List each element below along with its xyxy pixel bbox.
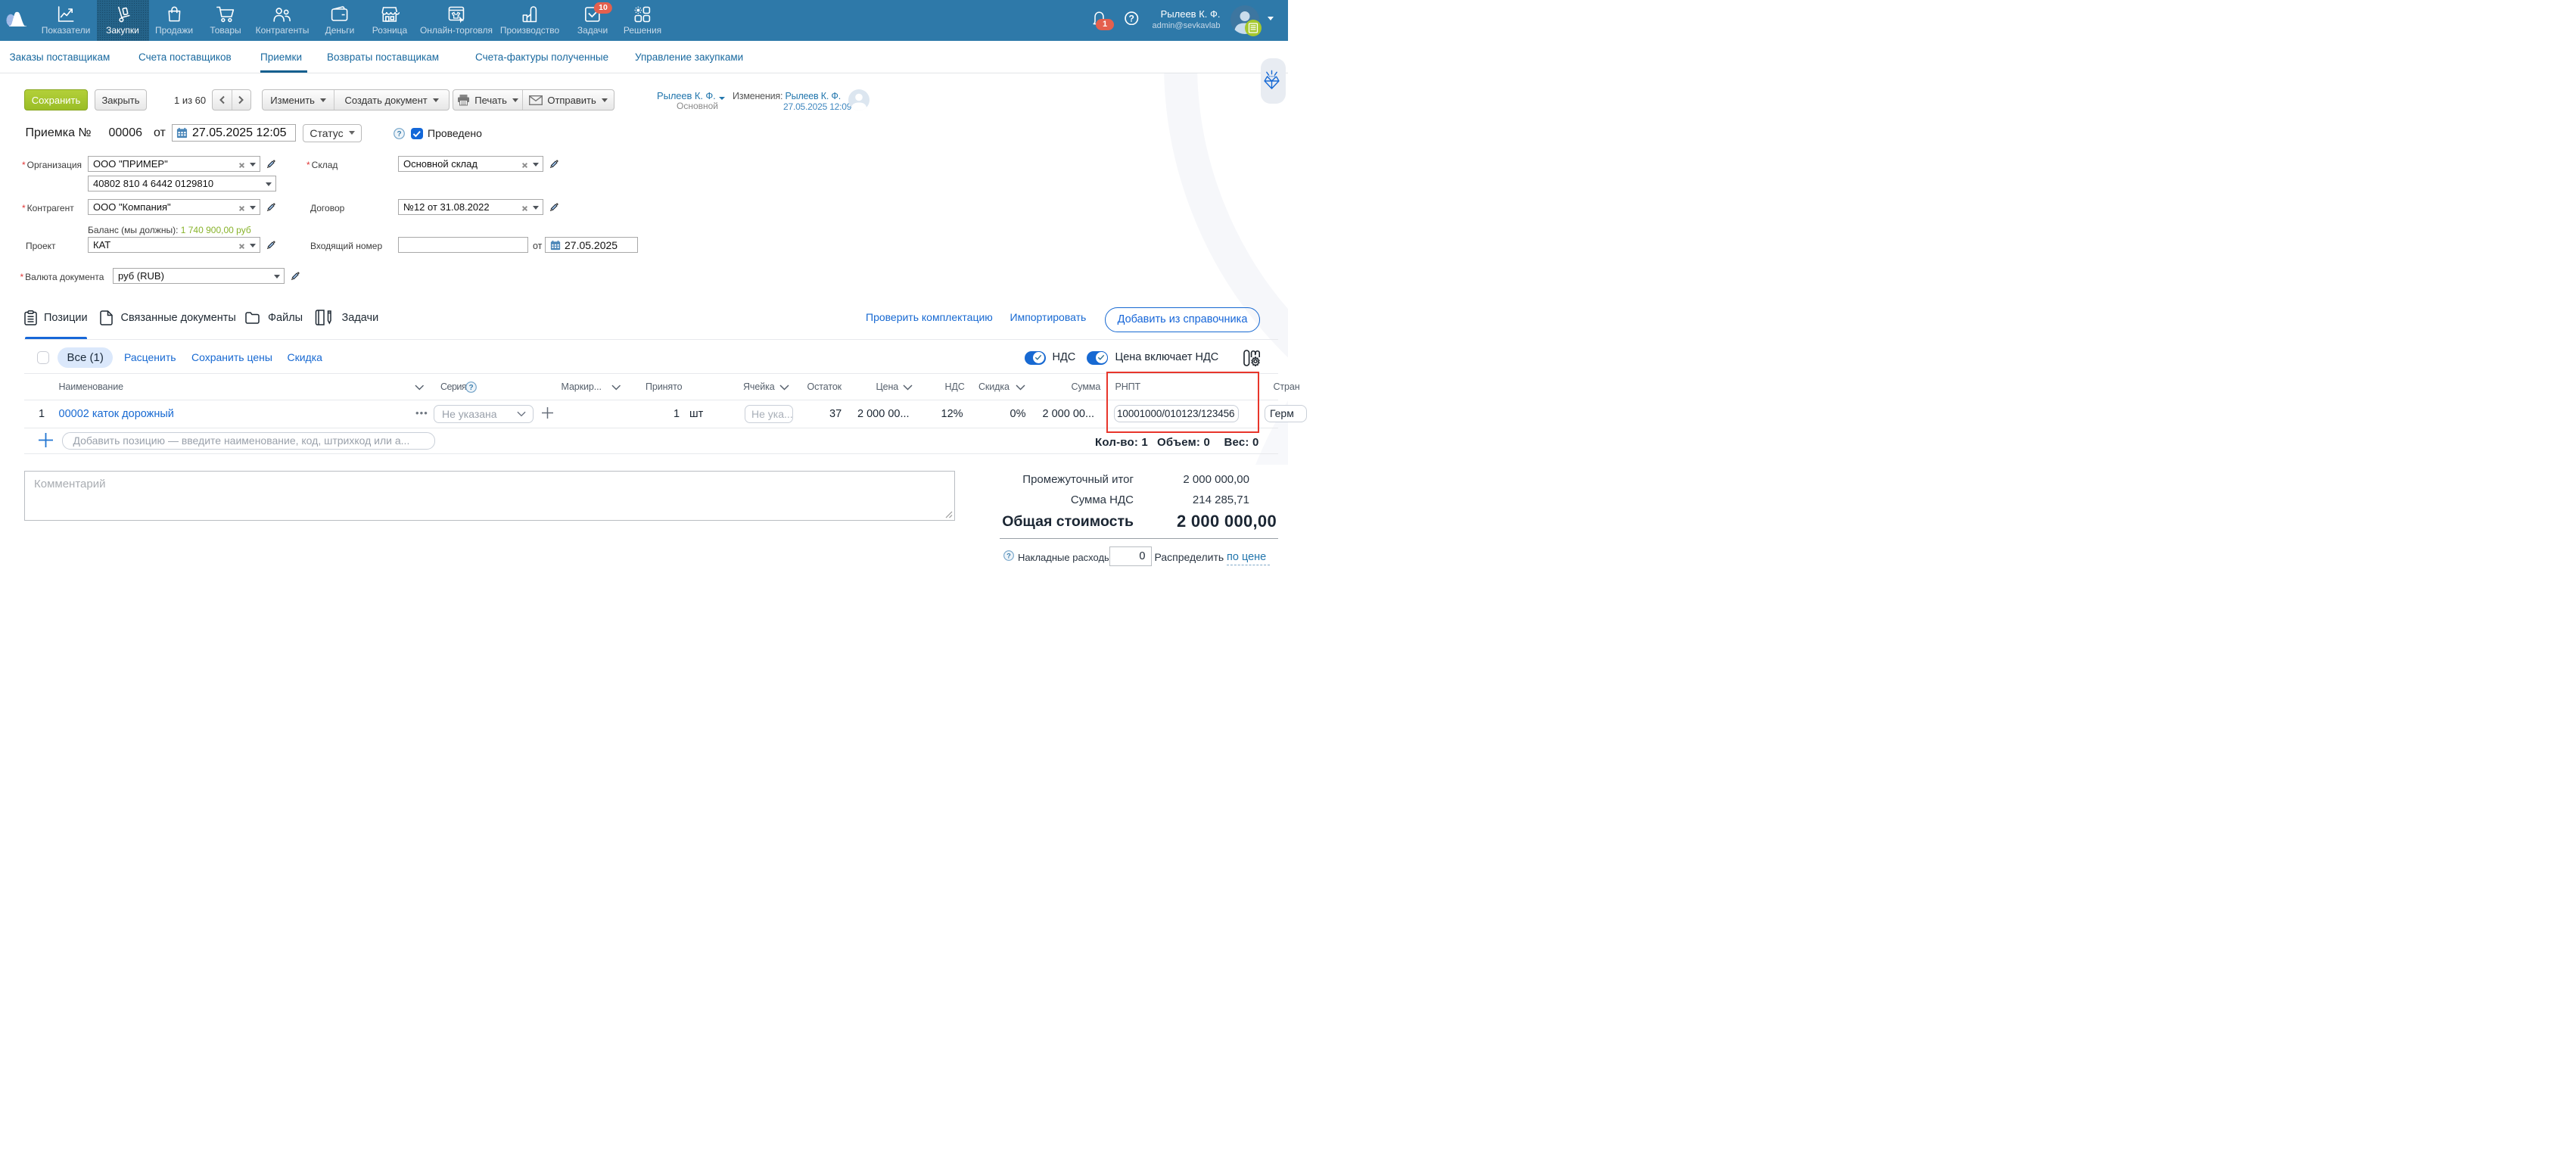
svg-text:?: ?: [1006, 552, 1011, 559]
svg-text:?: ?: [1129, 13, 1134, 23]
svg-text:?: ?: [468, 384, 473, 392]
svg-text:?: ?: [397, 130, 401, 139]
